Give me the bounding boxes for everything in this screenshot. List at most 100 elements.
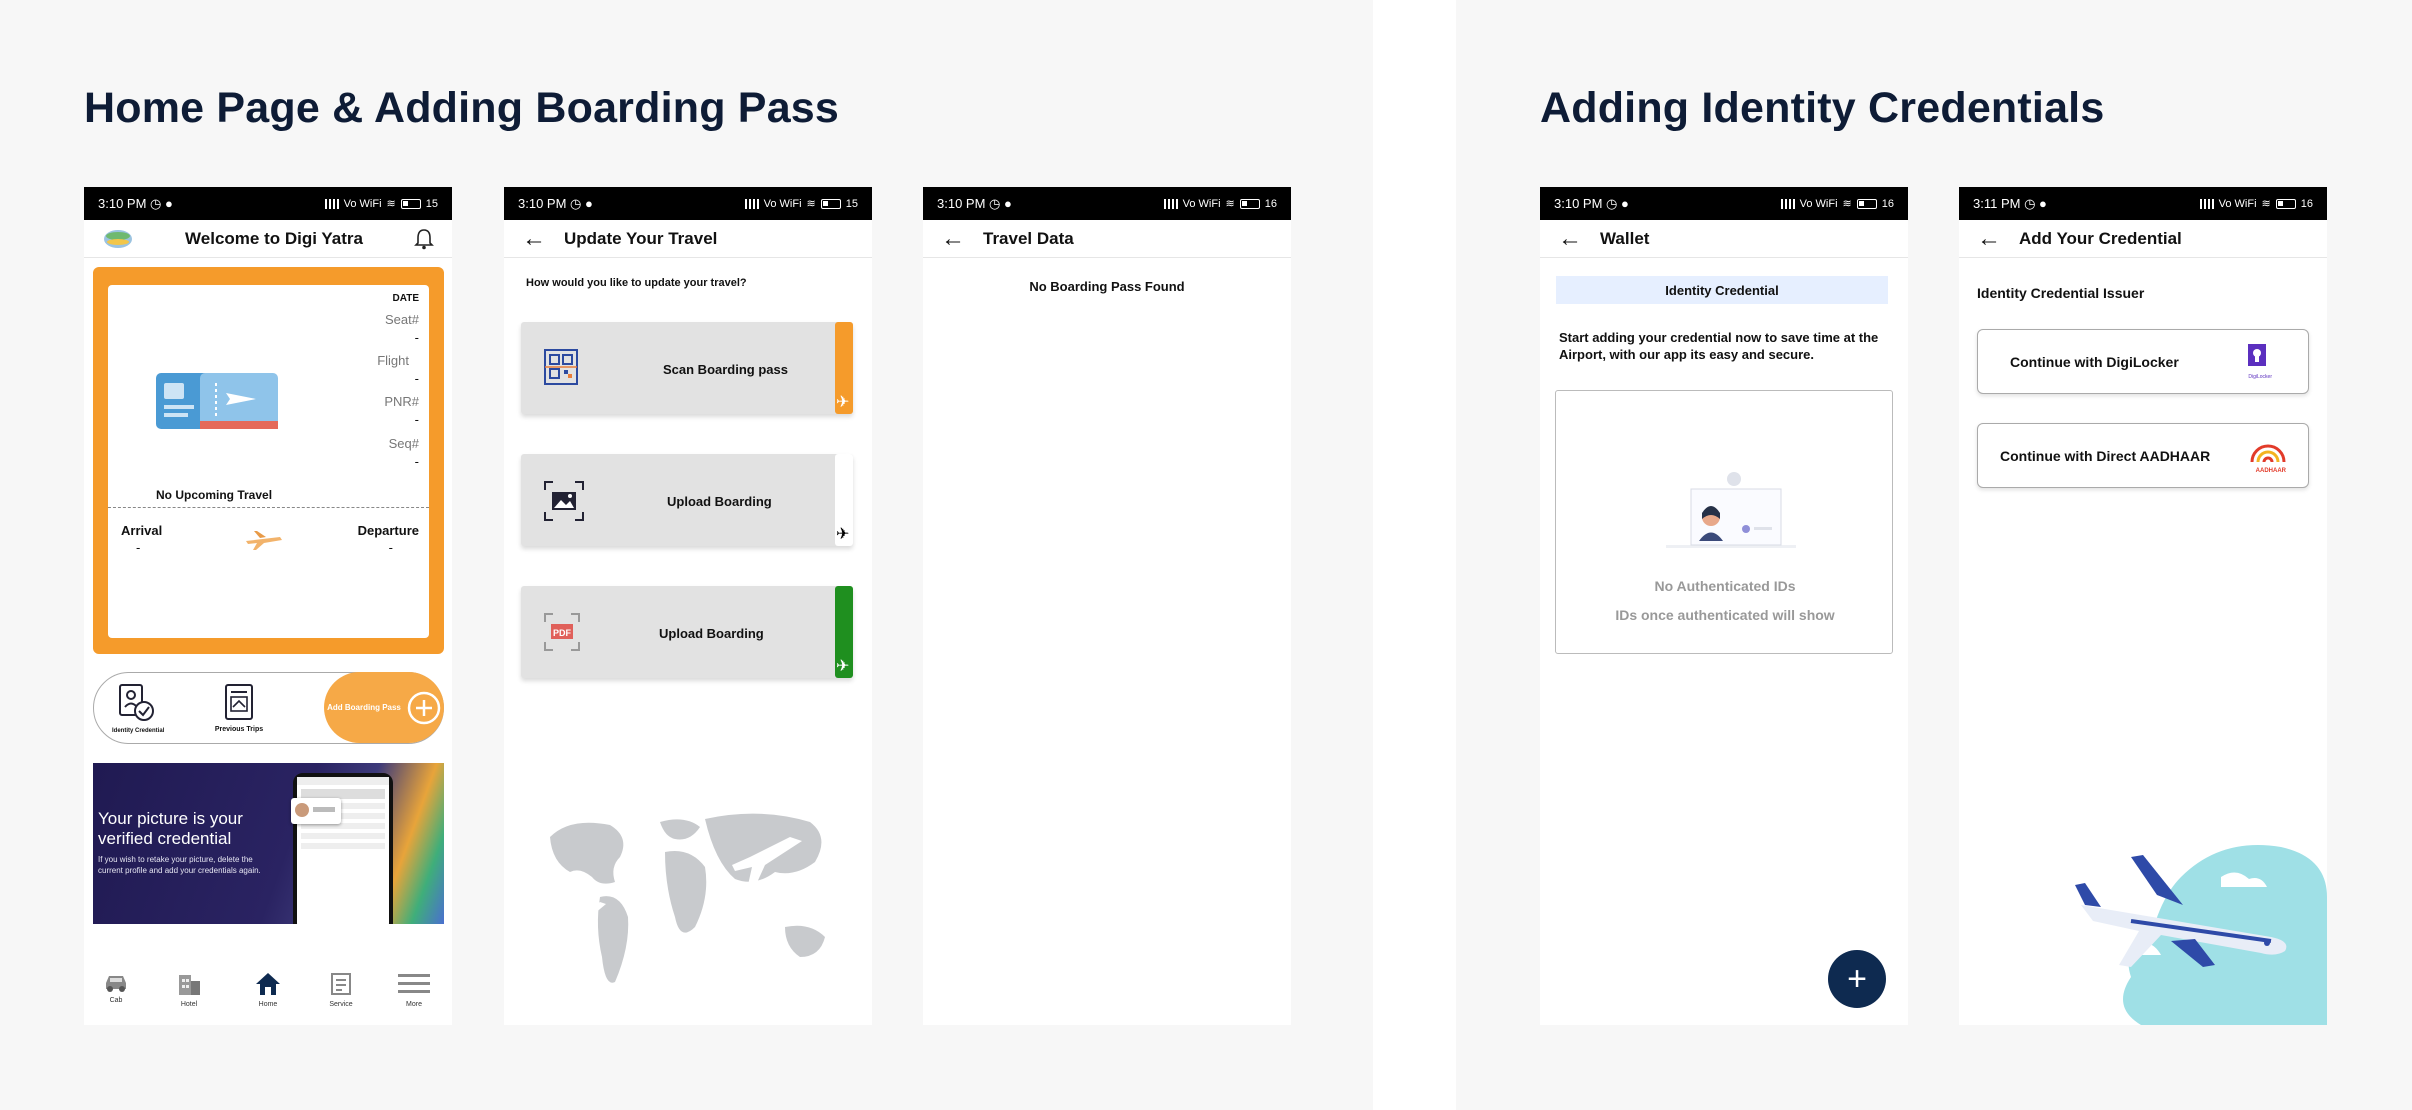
airplane-icon: ✈	[836, 658, 850, 675]
upload-image-label: Upload Boarding	[667, 494, 772, 509]
home-icon	[256, 973, 280, 995]
ticket-seat-label: Seat#	[385, 312, 419, 327]
trips-icon	[225, 684, 253, 720]
wallet-header: ← Wallet	[1540, 220, 1908, 258]
ticket-seq-label: Seq#	[388, 436, 419, 451]
battery-level: 16	[1881, 197, 1894, 210]
ticket-seq-value: -	[414, 454, 419, 469]
car-icon	[106, 976, 126, 992]
digilocker-logo-text: DigiLocker	[2248, 374, 2272, 380]
signal-icon	[324, 198, 339, 209]
back-arrow-icon[interactable]: ←	[1977, 226, 2001, 251]
update-travel-screen: 3:10 PM ◷ ● Vo WiFi ≋ 15 ← Update Your Tra…	[504, 187, 872, 1025]
right-panel: Adding Identity Credentials 3:10 PM ◷ ● …	[1456, 0, 2412, 1110]
upload-image-option[interactable]: Upload Boarding ✈	[521, 454, 853, 546]
add-boarding-pass-label: Add Boarding Pass	[327, 703, 401, 712]
ticket-seat-value: -	[414, 330, 419, 345]
ticket-pnr-value: -	[414, 412, 419, 427]
back-arrow-icon[interactable]: ←	[522, 226, 546, 251]
identity-credential-label: Identity Credential	[112, 728, 165, 734]
banner-body-2: current profile and add your credentials…	[98, 866, 261, 875]
battery-icon	[400, 198, 421, 209]
status-time: 3:10 PM	[98, 195, 147, 211]
status-bar: 3:10 PM ◷ ● Vo WiFi ≋ 15	[504, 187, 872, 220]
network-label: Vo WiFi	[2218, 197, 2257, 210]
upload-pdf-tab: ✈	[835, 586, 853, 678]
nav-more[interactable]: More	[394, 971, 434, 1008]
back-arrow-icon[interactable]: ←	[1558, 226, 1582, 251]
nav-home-label: Home	[258, 1001, 278, 1008]
no-boarding-pass-text: No Boarding Pass Found	[1029, 279, 1185, 294]
add-credential-title: Add Your Credential	[2019, 228, 2182, 248]
plane-icon	[246, 531, 282, 550]
departure-label: Departure	[357, 523, 419, 538]
banner-body-1: If you wish to retake your picture, dele…	[98, 855, 253, 864]
status-bar: 3:10 PM ◷ ● Vo WiFi ≋ 16	[923, 187, 1291, 220]
scan-boarding-label: Scan Boarding pass	[663, 362, 788, 377]
update-question: How would you like to update your travel…	[526, 277, 747, 289]
home-header: Welcome to Digi Yatra	[84, 220, 452, 258]
battery-icon	[1856, 198, 1877, 209]
verified-credential-banner[interactable]: Your picture is your verified credential…	[93, 763, 444, 924]
wifi-icon: ≋	[2261, 198, 2271, 210]
plus-icon: +	[1847, 960, 1867, 998]
digilocker-option[interactable]: Continue with DigiLocker DigiLocker	[1977, 329, 2309, 394]
add-credential-screen: 3:11 PM ◷ ● Vo WiFi ≋ 16 ← Add Your Creden…	[1959, 187, 2327, 1025]
issuer-label: Identity Credential Issuer	[1977, 285, 2145, 301]
nav-hotel[interactable]: Hotel	[169, 971, 209, 1008]
status-time: 3:10 PM	[518, 195, 567, 211]
battery-level: 16	[1264, 197, 1277, 210]
battery-icon	[820, 198, 841, 209]
update-title: Update Your Travel	[564, 228, 718, 248]
add-boarding-pass-button[interactable]: Add Boarding Pass	[324, 672, 444, 743]
identity-credential-tab[interactable]: Identity Credential	[1556, 276, 1888, 304]
back-arrow-icon[interactable]: ←	[941, 226, 965, 251]
nav-home[interactable]: Home	[248, 971, 288, 1008]
qr-scan-icon	[544, 349, 578, 385]
wifi-icon: ≋	[806, 198, 816, 210]
battery-icon	[2275, 198, 2296, 209]
wallet-intro-2: Airport, with our app its easy and secur…	[1559, 347, 1815, 362]
upload-pdf-option[interactable]: PDF Upload Boarding ✈	[521, 586, 853, 678]
banner-phone-mockup	[293, 773, 393, 924]
aadhaar-label: Continue with Direct AADHAAR	[2000, 448, 2211, 464]
signal-icon	[2199, 198, 2214, 209]
signal-icon	[1163, 198, 1178, 209]
battery-level: 16	[2300, 197, 2313, 210]
aadhaar-option[interactable]: Continue with Direct AADHAAR AADHAAR	[1977, 423, 2309, 488]
section-title-left: Home Page & Adding Boarding Pass	[84, 84, 840, 132]
aadhaar-logo-text: AADHAAR	[2255, 468, 2286, 474]
status-time: 3:10 PM	[937, 195, 986, 211]
identity-credential-tab-label: Identity Credential	[1665, 282, 1779, 298]
ticket-illustration-icon	[156, 373, 278, 429]
battery-icon	[1239, 198, 1260, 209]
add-credential-fab[interactable]: +	[1828, 950, 1886, 1008]
wallet-intro-1: Start adding your credential now to save…	[1559, 330, 1879, 345]
previous-trips-label: Previous Trips	[214, 726, 264, 733]
nav-hotel-label: Hotel	[180, 1001, 198, 1008]
scan-option-tab: ✈	[835, 322, 853, 414]
identity-credential-shortcut[interactable]: Identity Credential	[112, 683, 165, 734]
add-credential-header: ← Add Your Credential	[1959, 220, 2327, 258]
battery-level: 15	[845, 197, 858, 210]
nav-cab[interactable]: Cab	[96, 971, 136, 1004]
ticket-card[interactable]: DATE Seat# - Flight - PNR# - Seq# - No U…	[93, 267, 444, 654]
empty-ids-subtitle: IDs once authenticated will show	[1615, 607, 1835, 623]
status-time: 3:11 PM	[1973, 195, 2021, 211]
ticket-divider	[108, 507, 429, 508]
empty-ids-title: No Authenticated IDs	[1654, 578, 1796, 594]
network-label: Vo WiFi	[343, 197, 382, 210]
network-label: Vo WiFi	[763, 197, 802, 210]
travel-data-screen: 3:10 PM ◷ ● Vo WiFi ≋ 16 ← Travel Data No …	[923, 187, 1291, 1025]
id-check-icon	[119, 684, 154, 721]
bell-icon[interactable]	[414, 228, 434, 250]
scan-boarding-option[interactable]: Scan Boarding pass ✈	[521, 322, 853, 414]
status-bar: 3:11 PM ◷ ● Vo WiFi ≋ 16	[1959, 187, 2327, 220]
update-header: ← Update Your Travel	[504, 220, 872, 258]
previous-trips-shortcut[interactable]: Previous Trips	[214, 683, 264, 733]
status-time: 3:10 PM	[1554, 195, 1603, 211]
wifi-icon: ≋	[1225, 198, 1235, 210]
status-bar: 3:10 PM ◷ ● Vo WiFi ≋ 16	[1540, 187, 1908, 220]
nav-service[interactable]: Service	[321, 971, 361, 1008]
wifi-icon: ≋	[386, 198, 396, 210]
